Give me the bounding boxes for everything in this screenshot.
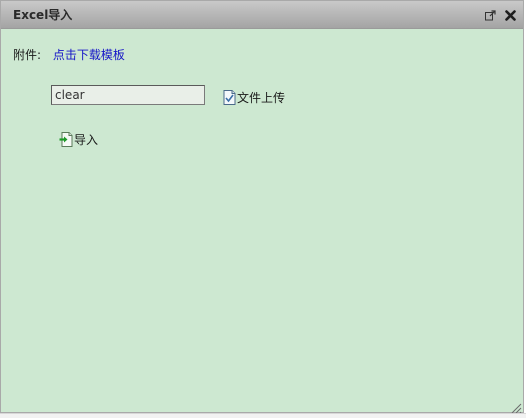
excel-import-dialog: Excel导入 附件: 点击下载模板 文件上传 xyxy=(0,0,524,414)
import-button[interactable]: 导入 xyxy=(59,131,98,148)
file-path-input[interactable] xyxy=(51,85,205,105)
attachment-label: 附件: xyxy=(13,48,42,62)
popout-icon[interactable] xyxy=(483,8,497,22)
resize-grip-icon[interactable] xyxy=(510,399,522,414)
attachment-row: 附件: 点击下载模板 xyxy=(13,47,125,63)
import-label: 导入 xyxy=(74,133,99,147)
dialog-titlebar[interactable]: Excel导入 xyxy=(1,1,523,29)
close-icon[interactable] xyxy=(503,8,517,22)
dialog-title: Excel导入 xyxy=(13,8,73,22)
upload-file-icon xyxy=(222,89,237,106)
download-template-link[interactable]: 点击下载模板 xyxy=(53,48,125,62)
file-upload-button[interactable]: 文件上传 xyxy=(222,89,285,106)
file-upload-label: 文件上传 xyxy=(237,91,286,105)
bottom-strip xyxy=(0,413,526,418)
import-file-icon xyxy=(59,131,74,148)
